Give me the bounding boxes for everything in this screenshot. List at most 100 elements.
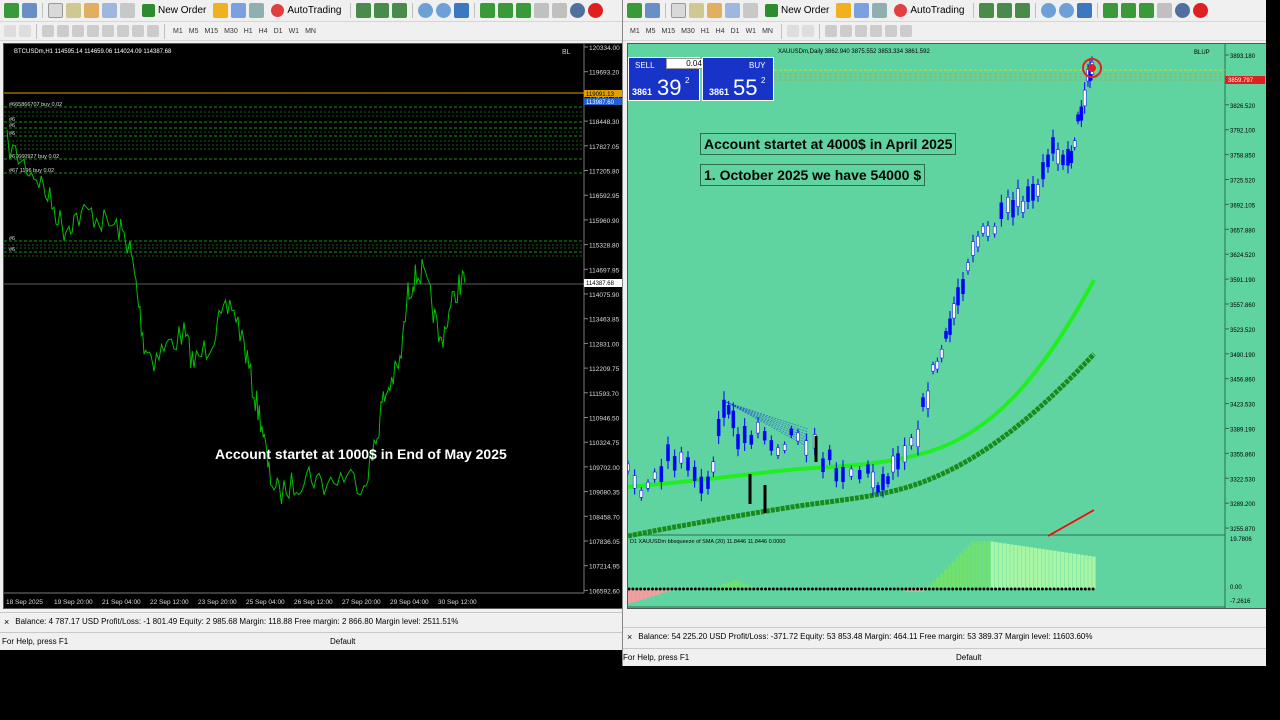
new-chart-icon[interactable] xyxy=(627,3,642,18)
price-tick-label: 3355.860 xyxy=(1230,452,1256,458)
chart-shift-icon[interactable] xyxy=(498,3,514,18)
horizontal-line-icon[interactable] xyxy=(57,25,69,37)
metaeditor-icon[interactable] xyxy=(836,3,852,18)
expert-icon[interactable] xyxy=(231,3,247,18)
profile-label: Default xyxy=(330,637,356,646)
vertical-line-icon[interactable] xyxy=(824,25,837,37)
signals-icon[interactable] xyxy=(872,3,888,18)
tester-icon[interactable] xyxy=(102,3,117,18)
timeframe-h1[interactable]: H1 xyxy=(698,28,713,35)
xau-chart[interactable]: XAUUSDm,Daily 3862.940 3875.552 3853.334… xyxy=(627,43,1266,609)
shapes-icon[interactable] xyxy=(899,25,912,37)
timeframe-m15[interactable]: M15 xyxy=(201,28,221,35)
timeframe-m1[interactable]: M1 xyxy=(627,28,643,35)
horizontal-line-icon[interactable] xyxy=(839,25,852,37)
fibonacci-icon[interactable] xyxy=(102,25,114,37)
new-chart-icon[interactable] xyxy=(4,3,19,18)
candle-body xyxy=(804,440,809,456)
squeeze-dot xyxy=(923,587,927,591)
profiles-icon[interactable] xyxy=(645,3,660,18)
data-window-icon[interactable] xyxy=(120,3,135,18)
navigator-icon[interactable] xyxy=(689,3,704,18)
new-order-button[interactable]: New Order xyxy=(761,2,833,19)
templates-icon[interactable] xyxy=(552,3,568,18)
alert-icon[interactable] xyxy=(1193,3,1209,18)
shapes-icon[interactable] xyxy=(147,25,159,37)
autotrading-button[interactable]: AutoTrading xyxy=(890,2,968,19)
timeframe-m30[interactable]: M30 xyxy=(221,28,241,35)
toolbox-close-icon[interactable]: × xyxy=(4,617,9,627)
buy-button[interactable]: BUY 3861 55 2 xyxy=(702,57,774,101)
vertical-line-icon[interactable] xyxy=(42,25,54,37)
text-icon[interactable] xyxy=(117,25,129,37)
indicators-icon[interactable] xyxy=(516,3,532,18)
market-watch-icon[interactable] xyxy=(48,3,63,18)
squeeze-dot xyxy=(842,587,845,591)
timeframe-h4[interactable]: H4 xyxy=(256,28,271,35)
channel-icon[interactable] xyxy=(87,25,99,37)
search-icon[interactable] xyxy=(570,3,586,18)
histogram-bar xyxy=(1045,549,1049,589)
signals-icon[interactable] xyxy=(249,3,265,18)
new-order-button[interactable]: New Order xyxy=(138,2,210,19)
timeframe-d1[interactable]: D1 xyxy=(271,28,286,35)
timeframe-m1[interactable]: M1 xyxy=(170,28,186,35)
price-tick-label: 3255.870 xyxy=(1230,527,1256,533)
autoscroll-icon[interactable] xyxy=(480,3,496,18)
candlestick-icon[interactable] xyxy=(374,3,390,18)
squeeze-dot xyxy=(662,587,666,591)
timeframe-h4[interactable]: H4 xyxy=(713,28,728,35)
market-watch-icon[interactable] xyxy=(671,3,686,18)
alert-icon[interactable] xyxy=(588,3,604,18)
timeframe-m15[interactable]: M15 xyxy=(658,28,678,35)
metaeditor-icon[interactable] xyxy=(213,3,229,18)
cursor-icon[interactable] xyxy=(786,25,799,37)
candle-body xyxy=(814,436,818,462)
timeframe-m30[interactable]: M30 xyxy=(678,28,698,35)
bar-chart-icon[interactable] xyxy=(979,3,995,18)
zoom-out-icon[interactable] xyxy=(436,3,452,18)
candlestick-icon[interactable] xyxy=(997,3,1013,18)
zoom-in-icon[interactable] xyxy=(1041,3,1057,18)
periods-icon[interactable] xyxy=(534,3,550,18)
trendline-icon[interactable] xyxy=(72,25,84,37)
timeframe-mn[interactable]: MN xyxy=(759,28,776,35)
timeframe-h1[interactable]: H1 xyxy=(241,28,256,35)
line-chart-icon[interactable] xyxy=(1015,3,1031,18)
autoscroll-icon[interactable] xyxy=(1103,3,1119,18)
periods-icon[interactable] xyxy=(1157,3,1173,18)
profiles-icon[interactable] xyxy=(22,3,37,18)
channel-icon[interactable] xyxy=(869,25,882,37)
label-icon[interactable] xyxy=(132,25,144,37)
timeframe-m5[interactable]: M5 xyxy=(186,28,202,35)
toolbox-close-icon[interactable]: × xyxy=(627,632,632,642)
timeframe-w1[interactable]: W1 xyxy=(286,28,303,35)
zoom-in-icon[interactable] xyxy=(418,3,434,18)
navigator-icon[interactable] xyxy=(66,3,81,18)
tile-windows-icon[interactable] xyxy=(454,3,470,18)
timeframe-m5[interactable]: M5 xyxy=(643,28,659,35)
squeeze-dot xyxy=(904,587,908,591)
indicators-icon[interactable] xyxy=(1139,3,1155,18)
crosshair-icon[interactable] xyxy=(801,25,814,37)
autotrading-button[interactable]: AutoTrading xyxy=(267,2,345,19)
terminal-icon[interactable] xyxy=(707,3,722,18)
chart-shift-icon[interactable] xyxy=(1121,3,1137,18)
terminal-icon[interactable] xyxy=(84,3,99,18)
cursor-icon[interactable] xyxy=(4,25,16,37)
zoom-out-icon[interactable] xyxy=(1059,3,1075,18)
timeframe-mn[interactable]: MN xyxy=(302,28,319,35)
bar-chart-icon[interactable] xyxy=(356,3,372,18)
data-window-icon[interactable] xyxy=(743,3,758,18)
timeframe-w1[interactable]: W1 xyxy=(743,28,760,35)
search-icon[interactable] xyxy=(1175,3,1191,18)
trendline-icon[interactable] xyxy=(854,25,867,37)
crosshair-icon[interactable] xyxy=(19,25,31,37)
line-chart-icon[interactable] xyxy=(392,3,408,18)
btc-chart[interactable]: BTCUSDm,H1 114595.14 114659.06 114024.09… xyxy=(3,43,623,609)
tester-icon[interactable] xyxy=(725,3,740,18)
expert-icon[interactable] xyxy=(854,3,870,18)
timeframe-d1[interactable]: D1 xyxy=(728,28,743,35)
tile-windows-icon[interactable] xyxy=(1077,3,1093,18)
text-icon[interactable] xyxy=(884,25,897,37)
